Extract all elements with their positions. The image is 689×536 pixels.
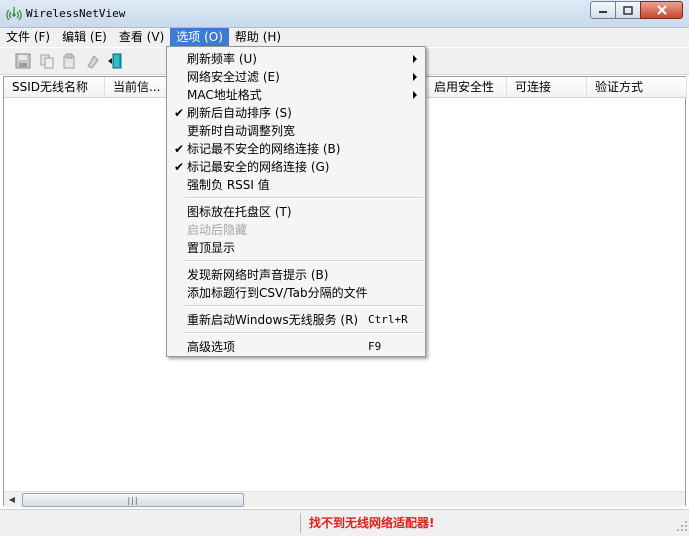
minimize-button[interactable] [590,1,616,19]
menu-item-beep-on-new-network[interactable]: 发现新网络时声音提示 (B) [169,266,423,284]
title-bar[interactable]: WirelessNetView [0,0,689,28]
copy-icon [40,54,54,69]
menu-separator [185,305,423,307]
menu-item-restart-wireless-service[interactable]: 重新启动Windows无线服务 (R) Ctrl+R [169,311,423,329]
submenu-arrow-icon [413,73,417,81]
resize-grip-icon[interactable] [675,509,689,535]
copy-button[interactable] [38,52,56,70]
floppy-disk-icon [15,53,31,69]
status-error-message: 找不到无线网络适配器! [309,516,435,530]
column-security-enabled[interactable]: 启用安全性 [426,77,507,97]
menu-options[interactable]: 选项 (O) [170,28,229,47]
menu-item-mark-most-secure[interactable]: ✔ 标记最安全的网络连接 (G) [169,158,423,176]
menu-edit[interactable]: 编辑 (E) [56,28,113,47]
menu-item-mac-format[interactable]: MAC地址格式 [169,86,423,104]
checkmark-icon: ✔ [173,106,185,120]
shortcut-f9: F9 [368,340,382,353]
menu-item-refresh-rate[interactable]: 刷新频率 (U) [169,50,423,68]
menu-item-tray-icon[interactable]: 图标放在托盘区 (T) [169,203,423,221]
menu-item-advanced-options[interactable]: 高级选项 F9 [169,338,423,356]
menu-view[interactable]: 查看 (V) [113,28,170,47]
window-controls [590,1,683,19]
menu-item-start-hidden: 启动后隐藏 [187,223,248,237]
checkmark-icon: ✔ [173,142,185,156]
exit-button[interactable] [106,52,124,70]
column-auth-method[interactable]: 验证方式 [587,77,687,97]
refresh-icon [87,55,99,69]
column-connectable[interactable]: 可连接 [507,77,587,97]
scrollbar-grip: ||| [127,495,139,505]
exit-door-icon [108,53,122,69]
app-window: WirelessNetView 文件 (F) 编辑 (E) 查看 (V) 选项 … [0,0,689,536]
menu-separator [185,260,423,262]
column-ssid[interactable]: SSID无线名称 [4,77,105,97]
close-icon [656,5,667,15]
menu-separator [185,197,423,199]
maximize-button[interactable] [615,1,641,19]
menu-file[interactable]: 文件 (F) [0,28,56,47]
checkmark-icon: ✔ [173,160,185,174]
refresh-button[interactable] [84,52,102,70]
properties-icon [63,53,75,69]
menu-item-auto-sort[interactable]: ✔ 刷新后自动排序 (S) [169,104,423,122]
menu-item-auto-resize-columns[interactable]: 更新时自动调整列宽 [169,122,423,140]
options-dropdown-menu: 刷新频率 (U) 网络安全过滤 (E) MAC地址格式 ✔ 刷新后自动排序 (S… [166,46,426,357]
submenu-arrow-icon [413,55,417,63]
menu-separator [185,332,423,334]
maximize-icon [623,5,633,15]
properties-button[interactable] [60,52,78,70]
shortcut-ctrl-r: Ctrl+R [368,313,408,326]
status-bar: 找不到无线网络适配器! [0,509,689,536]
menu-item-always-on-top[interactable]: 置顶显示 [169,239,423,257]
status-cell-message: 找不到无线网络适配器! [300,513,530,533]
menu-item-security-filter[interactable]: 网络安全过滤 (E) [169,68,423,86]
scrollbar-thumb[interactable]: ||| [22,493,244,507]
horizontal-scrollbar[interactable]: ◀ ||| [4,491,685,507]
menu-item-add-header-line[interactable]: 添加标题行到CSV/Tab分隔的文件 [169,284,423,302]
scroll-left-arrow-icon[interactable]: ◀ [4,492,20,507]
window-title: WirelessNetView [26,7,126,20]
menu-item-mark-least-secure[interactable]: ✔ 标记最不安全的网络连接 (B) [169,140,423,158]
submenu-arrow-icon [413,91,417,99]
menu-help[interactable]: 帮助 (H) [229,28,287,47]
wireless-signal-icon [6,6,22,21]
minimize-icon [599,11,607,13]
close-button[interactable] [640,1,683,19]
save-button[interactable] [14,52,32,70]
menu-item-force-negative-rssi[interactable]: 强制负 RSSI 值 [169,176,423,194]
menu-bar: 文件 (F) 编辑 (E) 查看 (V) 选项 (O) 帮助 (H) [0,28,689,47]
